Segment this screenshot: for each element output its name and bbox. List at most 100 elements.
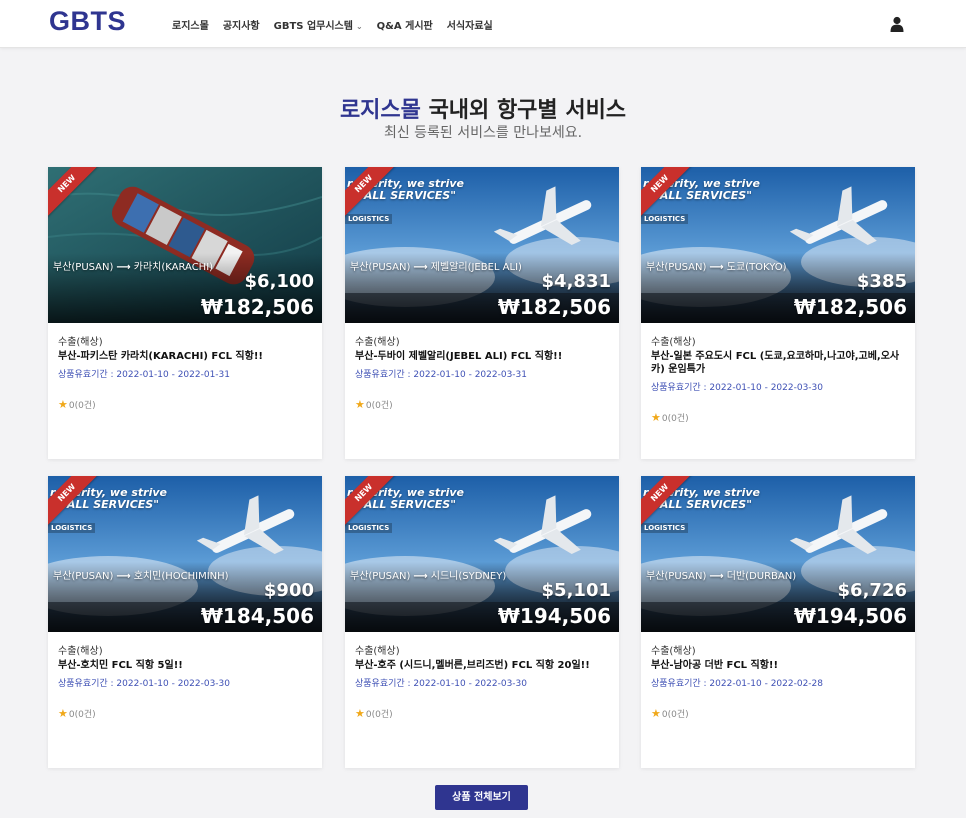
product-thumbnail[interactable]: r sperity, we strive L ALL SERVICES" LOGIS… <box>345 167 619 323</box>
rating-count: 0(0건) <box>365 710 393 720</box>
card-title[interactable]: 부산-호주 (시드니,멜버른,브리즈번) FCL 직항 20일!! <box>355 659 609 672</box>
card-title[interactable]: 부산-호치민 FCL 직항 5일!! <box>58 659 312 672</box>
product-thumbnail[interactable]: r sperity, we strive L ALL SERVICES" LOGIS… <box>48 476 322 632</box>
page-subtitle: 최신 등록된 서비스를 만나보세요. <box>383 125 583 141</box>
card-title[interactable]: 부산-파키스탄 카라치(KARACHI) FCL 직항!! <box>58 350 312 363</box>
site-logo[interactable]: GBTS <box>49 6 126 37</box>
price-krw: ₩182,506 <box>793 295 907 319</box>
route-destination: 시드니(SYDNEY) <box>430 571 507 582</box>
card-rating: ★0(0건) <box>355 707 609 720</box>
card-title[interactable]: 부산-남아공 더반 FCL 직항!! <box>651 659 905 672</box>
route-origin: 부산(PUSAN) <box>350 571 411 582</box>
page-title: 로지스몰 국내외 항구별 서비스 <box>0 92 966 124</box>
price-usd: $6,726 <box>837 580 907 601</box>
card-body: 수출(해상) 부산-일본 주요도시 FCL (도쿄,요코하마,나고야,고베,오사카… <box>641 323 915 424</box>
thumb-logistics-label: LOGISTICS <box>345 523 393 533</box>
user-icon[interactable] <box>890 16 904 32</box>
card-body: 수출(해상) 부산-남아공 더반 FCL 직항!! 상품유효기간 : 2022-01… <box>641 632 915 720</box>
price-krw: ₩194,506 <box>793 604 907 628</box>
rating-count: 0(0건) <box>68 401 96 411</box>
arrow-right-icon: ⟶ <box>413 571 428 582</box>
price-usd: $385 <box>856 271 907 292</box>
route-label: 부산(PUSAN) ⟶ 제벨알리(JEBEL ALI) <box>350 258 522 273</box>
product-thumbnail[interactable]: r sperity, we strive L ALL SERVICES" LOGIS… <box>641 476 915 632</box>
page-title-rest: 국내외 항구별 서비스 <box>420 98 627 123</box>
route-label: 부산(PUSAN) ⟶ 카라치(KARACHI) <box>53 258 213 273</box>
product-thumbnail[interactable]: r sperity, we strive L ALL SERVICES" LOGIS… <box>641 167 915 323</box>
card-validity: 상품유효기간 : 2022-01-10 - 2022-02-28 <box>651 679 824 689</box>
price-krw: ₩182,506 <box>497 295 611 319</box>
nav-item-notice[interactable]: 공지사항 <box>223 17 260 32</box>
card-category: 수출(해상) <box>58 337 103 348</box>
card-rating: ★0(0건) <box>355 398 609 411</box>
card-validity: 상품유효기간 : 2022-01-10 - 2022-03-30 <box>651 383 824 393</box>
route-origin: 부산(PUSAN) <box>53 571 114 582</box>
page-title-accent: 로지스몰 <box>339 98 421 123</box>
top-header: GBTS 로지스몰 공지사항 GBTS 업무시스템 ⌄ Q&A 게시판 서식자료실 <box>0 0 966 48</box>
price-usd: $6,100 <box>244 271 314 292</box>
product-thumbnail[interactable]: NEW 부산(PUSAN) ⟶ 카라치(KARACHI) $6,100 ₩182,506 <box>48 167 322 323</box>
card-category: 수출(해상) <box>651 646 696 657</box>
thumb-logistics-label: LOGISTICS <box>48 523 96 533</box>
arrow-right-icon: ⟶ <box>116 262 131 273</box>
route-destination: 도쿄(TOKYO) <box>726 262 787 273</box>
price-usd: $5,101 <box>541 580 611 601</box>
card-validity: 상품유효기간 : 2022-01-10 - 2022-03-31 <box>355 370 528 380</box>
star-icon: ★ <box>355 398 365 411</box>
card-body: 수출(해상) 부산-파키스탄 카라치(KARACHI) FCL 직항!! 상품유효기… <box>48 323 322 411</box>
rating-count: 0(0건) <box>661 710 689 720</box>
rating-count: 0(0건) <box>661 414 689 424</box>
product-card[interactable]: r sperity, we strive L ALL SERVICES" LOGIS… <box>48 476 322 768</box>
card-rating: ★0(0건) <box>58 398 312 411</box>
star-icon: ★ <box>355 707 365 720</box>
route-destination: 제벨알리(JEBEL ALI) <box>430 262 522 273</box>
card-validity: 상품유효기간 : 2022-01-10 - 2022-03-30 <box>355 679 528 689</box>
product-card[interactable]: r sperity, we strive L ALL SERVICES" LOGIS… <box>345 476 619 768</box>
route-destination: 카라치(KARACHI) <box>133 262 214 273</box>
card-rating: ★0(0건) <box>651 411 905 424</box>
nav-item-logismall[interactable]: 로지스몰 <box>172 17 209 32</box>
card-category: 수출(해상) <box>355 646 400 657</box>
thumb-logistics-label: LOGISTICS <box>641 214 689 224</box>
card-rating: ★0(0건) <box>58 707 312 720</box>
route-destination: 호치민(HOCHIMINH) <box>133 571 229 582</box>
card-category: 수출(해상) <box>651 337 696 348</box>
card-body: 수출(해상) 부산-호주 (시드니,멜버른,브리즈번) FCL 직항 20일!! 상… <box>345 632 619 720</box>
star-icon: ★ <box>651 411 661 424</box>
route-label: 부산(PUSAN) ⟶ 시드니(SYDNEY) <box>350 567 506 582</box>
route-destination: 더반(DURBAN) <box>726 571 797 582</box>
product-card[interactable]: r sperity, we strive L ALL SERVICES" LOGIS… <box>641 476 915 768</box>
price-krw: ₩182,506 <box>200 295 314 319</box>
route-label: 부산(PUSAN) ⟶ 더반(DURBAN) <box>646 567 796 582</box>
thumb-logistics-label: LOGISTICS <box>641 523 689 533</box>
rating-count: 0(0건) <box>365 401 393 411</box>
route-origin: 부산(PUSAN) <box>646 262 707 273</box>
card-validity: 상품유효기간 : 2022-01-10 - 2022-01-31 <box>58 370 231 380</box>
price-krw: ₩194,506 <box>497 604 611 628</box>
view-all-button[interactable]: 상품 전체보기 <box>435 785 528 810</box>
rating-count: 0(0건) <box>68 710 96 720</box>
product-thumbnail[interactable]: r sperity, we strive L ALL SERVICES" LOGIS… <box>345 476 619 632</box>
card-body: 수출(해상) 부산-두바이 제벨알리(JEBEL ALI) FCL 직항!! 상품유… <box>345 323 619 411</box>
product-card[interactable]: r sperity, we strive L ALL SERVICES" LOGIS… <box>345 167 619 459</box>
price-krw: ₩184,506 <box>200 604 314 628</box>
route-origin: 부산(PUSAN) <box>53 262 114 273</box>
main-nav: 로지스몰 공지사항 GBTS 업무시스템 ⌄ Q&A 게시판 서식자료실 <box>172 17 493 32</box>
nav-item-gbts-system[interactable]: GBTS 업무시스템 ⌄ <box>274 17 363 32</box>
card-title[interactable]: 부산-일본 주요도시 FCL (도쿄,요코하마,나고야,고베,오사카) 운임특가 <box>651 350 905 376</box>
nav-item-qna[interactable]: Q&A 게시판 <box>377 17 433 32</box>
nav-item-forms[interactable]: 서식자료실 <box>447 17 493 32</box>
product-card[interactable]: r sperity, we strive L ALL SERVICES" LOGIS… <box>641 167 915 459</box>
route-origin: 부산(PUSAN) <box>646 571 707 582</box>
arrow-right-icon: ⟶ <box>709 571 724 582</box>
price-usd: $4,831 <box>541 271 611 292</box>
arrow-right-icon: ⟶ <box>709 262 724 273</box>
arrow-right-icon: ⟶ <box>116 571 131 582</box>
route-label: 부산(PUSAN) ⟶ 호치민(HOCHIMINH) <box>53 567 229 582</box>
route-label: 부산(PUSAN) ⟶ 도쿄(TOKYO) <box>646 258 787 273</box>
card-title[interactable]: 부산-두바이 제벨알리(JEBEL ALI) FCL 직항!! <box>355 350 609 363</box>
product-card[interactable]: NEW 부산(PUSAN) ⟶ 카라치(KARACHI) $6,100 ₩182,506 수… <box>48 167 322 459</box>
star-icon: ★ <box>58 398 68 411</box>
card-category: 수출(해상) <box>58 646 103 657</box>
price-usd: $900 <box>263 580 314 601</box>
